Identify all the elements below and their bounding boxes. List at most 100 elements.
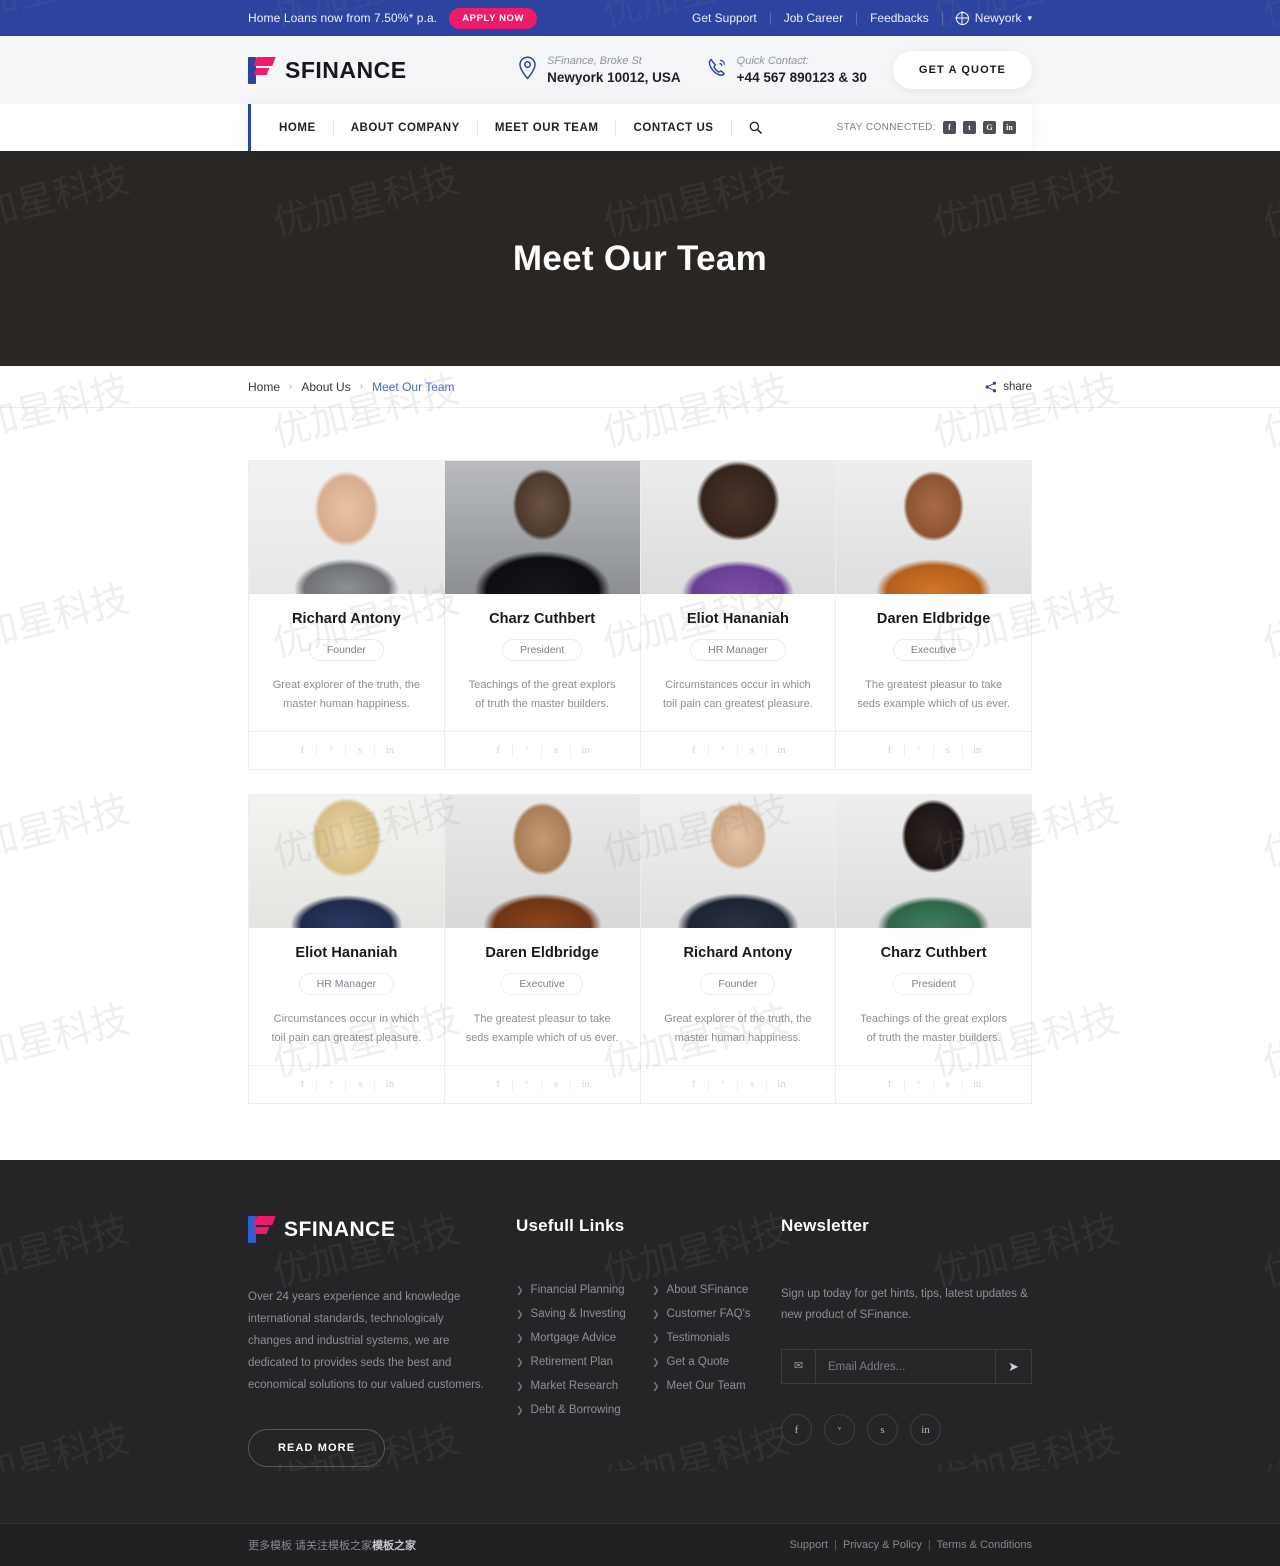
facebook-icon[interactable]: f — [680, 1078, 709, 1091]
link-support[interactable]: Support — [789, 1539, 828, 1551]
footer-link[interactable]: Saving & Investing — [531, 1308, 626, 1320]
member-role-badge: Founder — [700, 973, 775, 995]
skype-icon[interactable]: s — [867, 1414, 898, 1445]
facebook-icon[interactable]: f — [943, 121, 956, 134]
nav-item-meet-our-team[interactable]: MEET OUR TEAM — [478, 120, 617, 136]
send-icon[interactable]: ➤ — [995, 1350, 1031, 1383]
skype-icon[interactable]: s — [934, 1078, 963, 1091]
linkedin-icon[interactable]: in — [375, 744, 404, 757]
member-role-badge: Executive — [893, 639, 975, 661]
team-member-card[interactable]: Charz Cuthbert President Teachings of th… — [835, 794, 1032, 1104]
page-title: Meet Our Team — [513, 239, 767, 279]
facebook-icon[interactable]: f — [288, 1078, 317, 1091]
linkedin-icon[interactable]: in — [767, 744, 796, 757]
nav-item-about-company[interactable]: ABOUT COMPANY — [334, 120, 478, 136]
footer-link[interactable]: Testimonials — [667, 1332, 730, 1344]
share-label: share — [1003, 381, 1032, 393]
twitter-icon[interactable]: ᵛ — [513, 744, 542, 757]
link-terms-conditions[interactable]: Terms & Conditions — [937, 1539, 1032, 1551]
facebook-icon[interactable]: f — [484, 744, 513, 757]
share-icon — [985, 381, 997, 393]
linkedin-icon[interactable]: in — [1003, 121, 1016, 134]
share-button[interactable]: share — [985, 381, 1032, 393]
footer-link[interactable]: Customer FAQ's — [667, 1308, 751, 1320]
linkedin-icon[interactable]: in — [910, 1414, 941, 1445]
facebook-icon[interactable]: f — [876, 744, 905, 757]
breadcrumb-home[interactable]: Home — [248, 380, 280, 394]
facebook-icon[interactable]: f — [781, 1414, 812, 1445]
get-a-quote-button[interactable]: GET A QUOTE — [893, 51, 1032, 89]
footer-link[interactable]: Get a Quote — [667, 1356, 730, 1368]
member-description: Great explorer of the truth, the master … — [263, 676, 430, 731]
read-more-button[interactable]: READ MORE — [248, 1429, 385, 1467]
linkedin-icon[interactable]: in — [375, 1078, 404, 1091]
footer-link[interactable]: Retirement Plan — [531, 1356, 613, 1368]
team-member-card[interactable]: Daren Eldbridge Executive The greatest p… — [835, 460, 1032, 770]
footer-link[interactable]: Mortgage Advice — [531, 1332, 617, 1344]
linkedin-icon[interactable]: in — [571, 744, 600, 757]
team-member-card[interactable]: Richard Antony Founder Great explorer of… — [248, 460, 445, 770]
team-member-card[interactable]: Charz Cuthbert President Teachings of th… — [444, 460, 641, 770]
language-selector[interactable]: Newyork ▾ — [943, 12, 1032, 25]
member-social-links: fᵛsin — [249, 1065, 444, 1103]
search-icon[interactable] — [732, 121, 779, 134]
twitter-icon[interactable]: ᵛ — [317, 744, 346, 757]
footer-link[interactable]: Financial Planning — [531, 1284, 625, 1296]
facebook-icon[interactable]: f — [288, 744, 317, 757]
linkedin-icon[interactable]: in — [767, 1078, 796, 1091]
linkedin-icon[interactable]: in — [571, 1078, 600, 1091]
skype-icon[interactable]: s — [346, 1078, 375, 1091]
chevron-right-icon: ❯ — [516, 1309, 524, 1320]
twitter-icon[interactable]: ᵛ — [709, 1078, 738, 1091]
twitter-icon[interactable]: t — [963, 121, 976, 134]
linkedin-icon[interactable]: in — [963, 1078, 992, 1091]
footer-link[interactable]: Market Research — [531, 1380, 619, 1392]
skype-icon[interactable]: s — [346, 744, 375, 757]
main-navigation: HOME ABOUT COMPANY MEET OUR TEAM CONTACT… — [0, 104, 1280, 151]
footer-description: Over 24 years experience and knowledge i… — [248, 1286, 484, 1396]
footer-link[interactable]: About SFinance — [667, 1284, 749, 1296]
team-member-card[interactable]: Richard Antony Founder Great explorer of… — [640, 794, 837, 1104]
twitter-icon[interactable]: ᵛ — [513, 1078, 542, 1091]
member-description: Great explorer of the truth, the master … — [655, 1010, 822, 1065]
apply-now-button[interactable]: APPLY NOW — [449, 8, 537, 29]
nav-item-home[interactable]: HOME — [262, 120, 334, 136]
linkedin-icon[interactable]: in — [963, 744, 992, 757]
footer-link[interactable]: Meet Our Team — [667, 1380, 746, 1392]
breadcrumb-about-us[interactable]: About Us — [301, 380, 350, 394]
footer-links-list-2: ❯About SFinance❯Customer FAQ's❯Testimoni… — [652, 1284, 762, 1428]
twitter-icon[interactable]: ᵛ — [317, 1078, 346, 1091]
twitter-icon[interactable]: ᵛ — [905, 744, 934, 757]
twitter-icon[interactable]: ᵛ — [709, 744, 738, 757]
skype-icon[interactable]: s — [542, 1078, 571, 1091]
facebook-icon[interactable]: f — [484, 1078, 513, 1091]
link-get-support[interactable]: Get Support — [679, 12, 771, 25]
chevron-right-icon: ❯ — [516, 1405, 524, 1416]
member-photo — [641, 461, 836, 594]
member-social-links: fᵛsin — [249, 731, 444, 769]
team-member-card[interactable]: Daren Eldbridge Executive The greatest p… — [444, 794, 641, 1104]
link-job-career[interactable]: Job Career — [771, 12, 857, 25]
email-field[interactable] — [816, 1361, 995, 1373]
twitter-icon[interactable]: ᵛ — [905, 1078, 934, 1091]
facebook-icon[interactable]: f — [876, 1078, 905, 1091]
link-privacy-policy[interactable]: Privacy & Policy — [843, 1539, 922, 1551]
footer-link[interactable]: Debt & Borrowing — [531, 1404, 621, 1416]
google-plus-icon[interactable]: G — [983, 121, 996, 134]
skype-icon[interactable]: s — [934, 744, 963, 757]
link-feedbacks[interactable]: Feedbacks — [857, 12, 943, 25]
nav-item-contact-us[interactable]: CONTACT US — [616, 120, 731, 136]
member-name: Charz Cuthbert — [459, 611, 626, 627]
twitter-icon[interactable]: ᵛ — [824, 1414, 855, 1445]
footer-brand-logo[interactable]: SFINANCE — [248, 1216, 484, 1243]
address-value: Newyork 10012, USA — [547, 69, 681, 86]
chevron-right-icon: › — [289, 381, 292, 392]
skype-icon[interactable]: s — [542, 744, 571, 757]
skype-icon[interactable]: s — [738, 744, 767, 757]
skype-icon[interactable]: s — [738, 1078, 767, 1091]
facebook-icon[interactable]: f — [680, 744, 709, 757]
member-role-badge: HR Manager — [299, 973, 395, 995]
team-member-card[interactable]: Eliot Hananiah HR Manager Circumstances … — [248, 794, 445, 1104]
brand-logo[interactable]: SFINANCE — [248, 57, 407, 84]
team-member-card[interactable]: Eliot Hananiah HR Manager Circumstances … — [640, 460, 837, 770]
